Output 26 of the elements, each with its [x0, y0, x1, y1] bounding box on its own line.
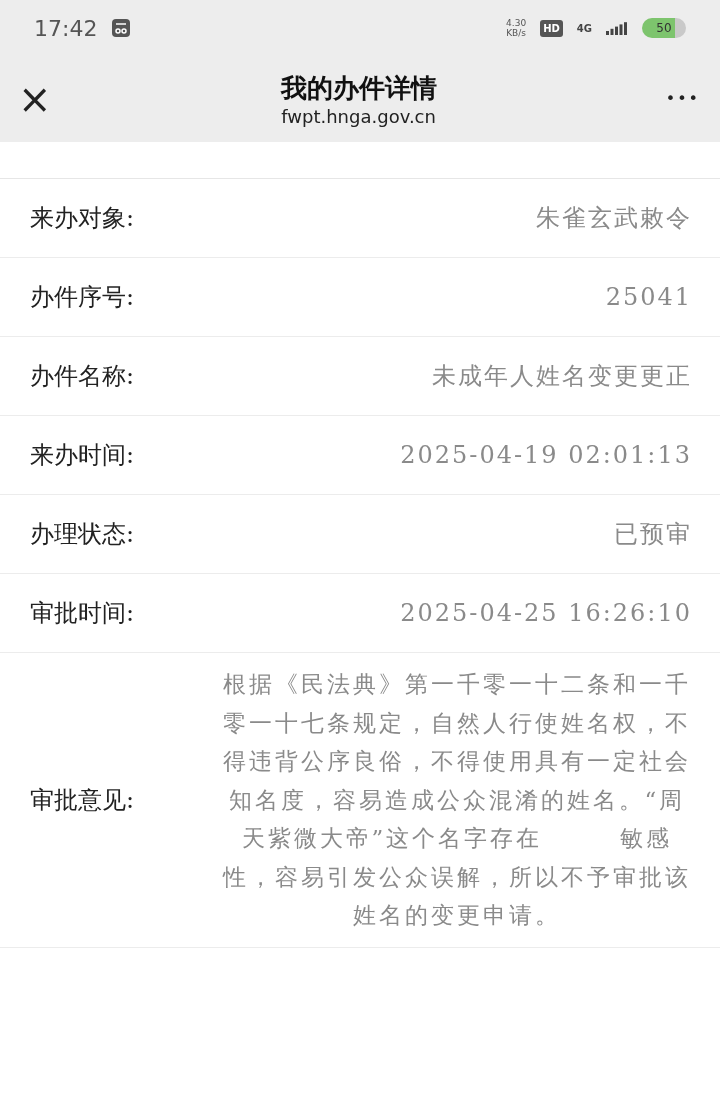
field-label: 审批意见: — [30, 784, 135, 816]
battery-indicator: 50 — [642, 18, 686, 38]
hd-badge: HD — [540, 19, 563, 37]
field-label: 办理状态: — [30, 519, 135, 550]
field-label: 来办时间: — [30, 440, 135, 471]
screenshot-icon — [111, 18, 132, 38]
more-button[interactable]: ••• — [665, 91, 700, 107]
field-label: 审批时间: — [30, 598, 135, 629]
field-label: 办件名称: — [30, 361, 135, 392]
field-value: 未成年人姓名变更更正 — [432, 361, 692, 392]
close-button[interactable]: × — [18, 79, 52, 119]
page-title: 我的办件详情 — [280, 72, 437, 105]
field-value: 已预审 — [614, 519, 692, 550]
network-speed: 4.30 — [506, 18, 527, 28]
field-value: 2025-04-19 02:01:13 — [400, 441, 692, 469]
page-url: fwpt.hnga.gov.cn — [281, 106, 436, 127]
field-label: 办件序号: — [30, 282, 135, 313]
field-label: 来办对象: — [30, 203, 135, 234]
field-value: 25041 — [605, 283, 692, 311]
field-value: 朱雀玄武敕令 — [536, 203, 692, 234]
network-type: 4G — [576, 22, 592, 34]
signal-icon — [606, 21, 628, 35]
approval-opinion: 根据《民法典》第一千零一十二条和一千零一十七条规定，自然人行使姓名权，不得违背公序良俗，不得使用具有一定社会知名度，容易造成公众混淆的姓名。“周天紫微大帝”这个名字存在 敏感性，容易引发公众误解，所以不予审批该姓名的变更申请。 — [222, 670, 692, 930]
field-value: 2025-04-25 16:26:10 — [400, 599, 692, 627]
speed-unit: KB/s — [506, 28, 527, 38]
status-time: 17:42 — [34, 15, 98, 41]
